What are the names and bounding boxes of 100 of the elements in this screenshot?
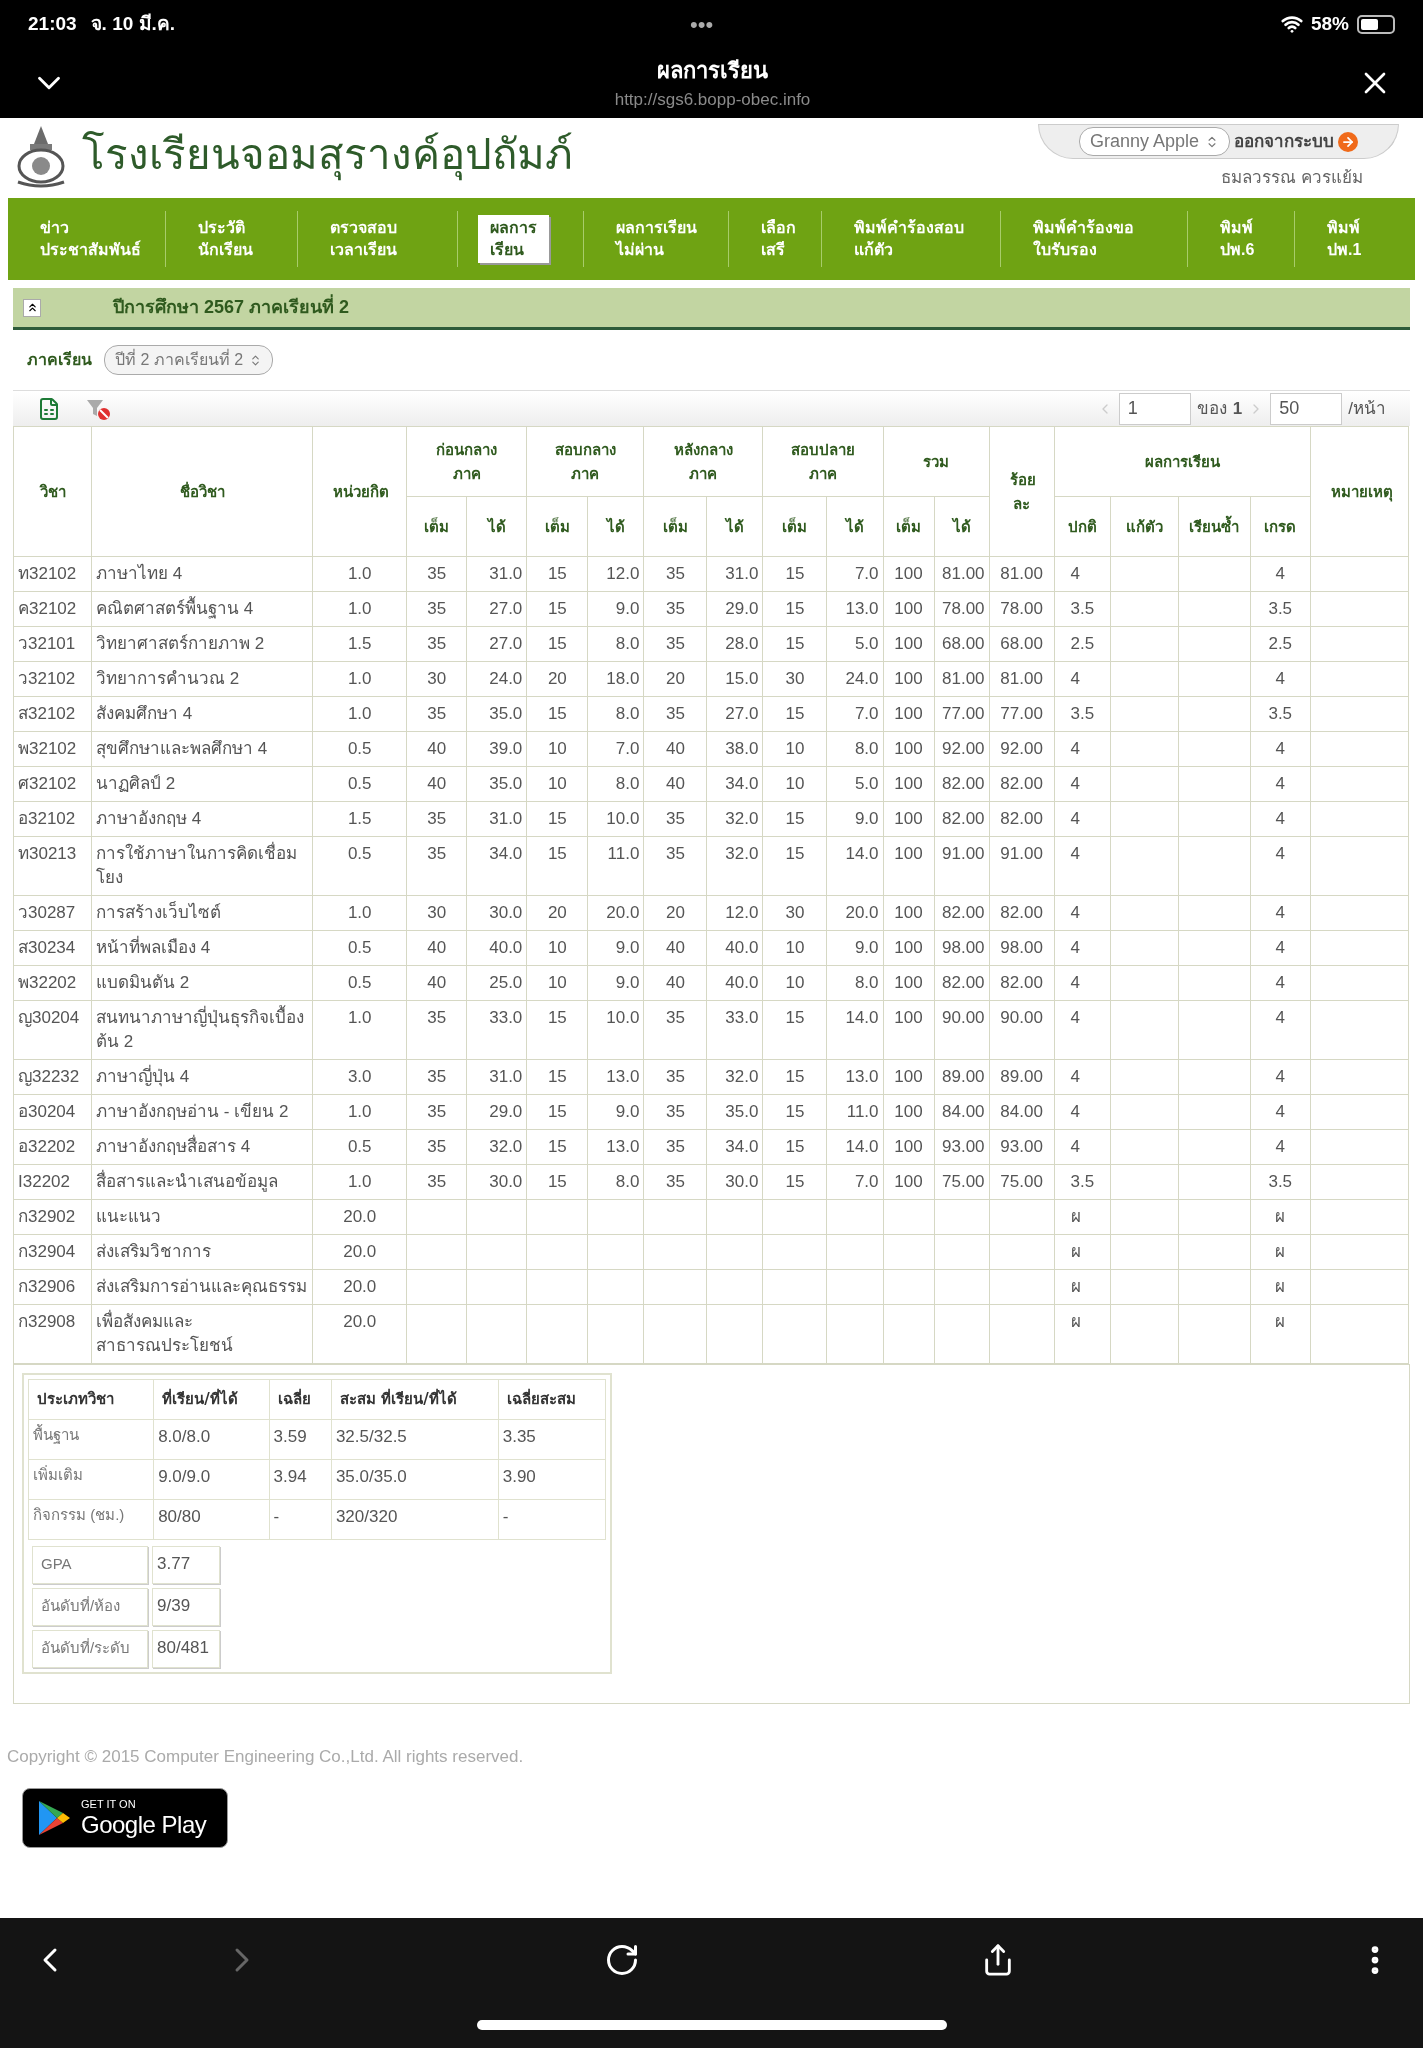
table-cell: 30	[785, 669, 805, 688]
table-cell: 35	[665, 844, 685, 863]
table-cell: 9.0	[854, 809, 879, 828]
nav-tab[interactable]: พิมพ์คำร้องสอบ แก้ตัว	[842, 215, 976, 263]
table-cell: พ32202	[18, 973, 77, 992]
table-cell: 75.00	[1000, 1172, 1043, 1191]
column-header: สะสม ที่เรียน/ที่ได้	[331, 1379, 499, 1419]
column-header: สอบกลางภาค	[526, 426, 644, 497]
google-play-badge[interactable]: GET IT ON Google Play	[22, 1787, 228, 1848]
table-cell: 4	[1275, 973, 1285, 992]
table-cell: 100	[894, 669, 923, 688]
stat-value: 80/481	[152, 1629, 220, 1668]
table-cell: 84.00	[1000, 1102, 1043, 1121]
collapse-icon[interactable]	[23, 298, 41, 317]
table-cell: 9.0	[615, 599, 640, 618]
table-cell: 75.00	[942, 1172, 985, 1191]
table-cell: 68.00	[942, 634, 985, 653]
badge-title: Google Play	[81, 1812, 207, 1837]
table-cell: 82.00	[1000, 903, 1043, 922]
table-cell: 15	[547, 1172, 567, 1191]
semester-select[interactable]: ปีที่ 2 ภาคเรียนที่ 2	[104, 345, 274, 375]
battery-percent: 58%	[1310, 11, 1349, 36]
table-cell: 27.0	[725, 704, 759, 723]
table-cell: 3.59	[273, 1426, 307, 1446]
table-cell: 15	[547, 1137, 567, 1156]
table-cell: 11.0	[607, 844, 640, 863]
account-select[interactable]: Granny Apple	[1078, 127, 1230, 156]
table-cell: 15.0	[725, 669, 759, 688]
table-cell: 92.00	[1000, 739, 1043, 758]
excel-export-icon[interactable]	[37, 396, 61, 421]
nav-tab[interactable]: ข่าว ประชาสัมพันธ์	[28, 215, 153, 263]
table-cell: 98.00	[942, 938, 985, 957]
table-cell: 3.35	[502, 1426, 536, 1446]
table-cell: 1.0	[347, 1102, 372, 1121]
table-cell: ว32101	[18, 634, 76, 653]
table-cell: I32202	[18, 1172, 70, 1191]
table-cell: 1.0	[347, 1008, 372, 1027]
table-cell: 30.0	[489, 903, 523, 922]
table-cell: 93.00	[942, 1137, 985, 1156]
table-cell: 14.0	[845, 844, 879, 863]
table-cell: 10.0	[606, 809, 640, 828]
table-cell: 82.00	[942, 809, 985, 828]
column-header: ชื่อวิชา	[91, 426, 313, 557]
table-cell: 1.0	[347, 564, 372, 583]
table-cell: อ30204	[18, 1102, 76, 1121]
table-cell: 15	[547, 1067, 567, 1086]
table-cell: 77.00	[1000, 704, 1043, 723]
table-cell: ผ	[1070, 1207, 1081, 1226]
table-cell: ผ	[1275, 1242, 1286, 1261]
table-cell: 77.00	[942, 704, 985, 723]
table-cell: 320/320	[335, 1506, 398, 1526]
nav-tab[interactable]: พิมพ์คำร้องขอ ใบรับรอง	[1021, 215, 1146, 263]
column-header: หมายเหตุ	[1310, 426, 1409, 557]
table-cell: 40	[427, 973, 447, 992]
nav-tab[interactable]: พิมพ์ ปพ.1	[1315, 215, 1374, 263]
table-cell: 8.0	[615, 774, 640, 793]
table-cell: 8.0	[615, 704, 640, 723]
page-input[interactable]: 1	[1118, 392, 1191, 425]
table-cell: 4	[1275, 1008, 1285, 1027]
nav-tab[interactable]: ตรวจสอบ เวลาเรียน	[318, 215, 409, 263]
table-cell: 10.0	[606, 1008, 640, 1027]
nav-tab[interactable]: ผลการ เรียน	[478, 215, 549, 263]
table-cell: ญ32232	[18, 1067, 80, 1086]
logout-button[interactable]: ออกจากระบบ	[1234, 128, 1358, 155]
table-cell: 4	[1070, 564, 1081, 583]
table-cell: แบดมินตัน 2	[96, 973, 190, 992]
table-cell: 35.0	[489, 704, 523, 723]
table-cell: ผ	[1275, 1312, 1286, 1331]
table-cell: 40	[665, 973, 685, 992]
table-cell: 3.5	[1268, 1172, 1293, 1191]
table-cell: 33.0	[489, 1008, 523, 1027]
table-cell: 81.00	[942, 669, 985, 688]
table-cell: 92.00	[942, 739, 985, 758]
table-cell: 100	[894, 903, 923, 922]
table-cell: 32.0	[489, 1137, 523, 1156]
nav-tab[interactable]: ประวัติ นักเรียน	[186, 215, 265, 263]
per-page-input[interactable]: 50	[1270, 392, 1343, 425]
table-cell: 81.00	[1000, 564, 1043, 583]
column-header: เฉลี่ย	[269, 1379, 332, 1419]
table-cell: 35	[427, 1172, 447, 1191]
nav-tab[interactable]: ผลการเรียน ไม่ผ่าน	[604, 215, 709, 263]
multitask-dots[interactable]: •••	[690, 8, 714, 41]
column-header: รวม	[883, 426, 990, 497]
table-cell: 3.94	[273, 1466, 307, 1486]
battery-icon	[1357, 14, 1395, 34]
table-cell: 5.0	[854, 774, 879, 793]
table-cell: 82.00	[942, 774, 985, 793]
table-cell: 7.0	[854, 564, 879, 583]
column-header: ผลการเรียน	[1054, 426, 1311, 497]
table-cell: 10	[785, 938, 805, 957]
nav-tab[interactable]: เลือก เสรี	[749, 215, 808, 263]
table-cell: 40	[665, 938, 685, 957]
nav-tab[interactable]: พิมพ์ ปพ.6	[1208, 215, 1267, 263]
table-cell: 15	[785, 809, 805, 828]
table-cell: 4	[1275, 774, 1285, 793]
table-cell: 10	[547, 774, 567, 793]
table-cell: พ32102	[18, 739, 77, 758]
table-cell: 40	[427, 739, 447, 758]
column-header: เต็ม	[762, 496, 827, 557]
table-cell: 100	[894, 774, 923, 793]
